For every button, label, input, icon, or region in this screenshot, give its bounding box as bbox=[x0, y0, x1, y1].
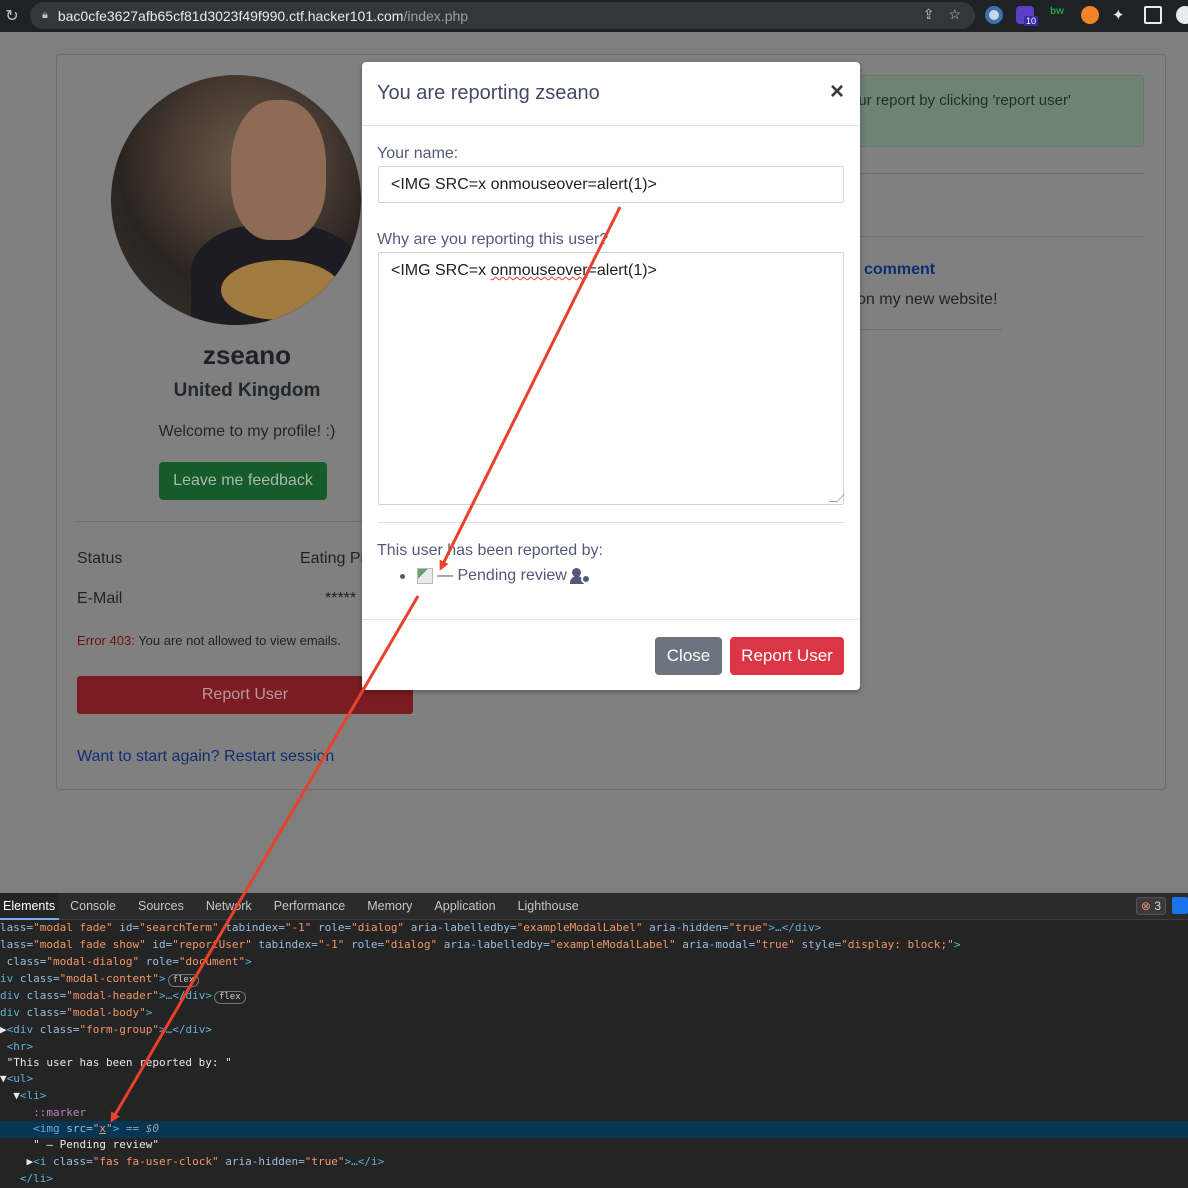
status-label: Status bbox=[77, 550, 123, 567]
selected-dom-line[interactable]: <img src="x"> == $0 bbox=[0, 1121, 1188, 1138]
dom-line[interactable]: "This user has been reported by: " bbox=[0, 1055, 1188, 1072]
reported-by-item: — Pending review bbox=[400, 567, 591, 585]
dom-line[interactable]: ▼<li> bbox=[0, 1088, 1188, 1105]
devtools-tabs: Elements Console Sources Network Perform… bbox=[0, 892, 1188, 920]
reported-by-label: This user has been reported by: bbox=[377, 542, 603, 559]
report-user-button[interactable]: Report User bbox=[730, 637, 844, 675]
divider bbox=[847, 173, 1144, 174]
profile-icon[interactable] bbox=[1176, 6, 1188, 24]
extension-circle-icon[interactable] bbox=[985, 6, 1003, 24]
email-label: E-Mail bbox=[77, 590, 123, 607]
bookmark-star-icon[interactable]: ☆ bbox=[948, 6, 961, 23]
dom-line[interactable]: div class="modal-body"> bbox=[0, 1005, 1188, 1022]
tab-network[interactable]: Network bbox=[195, 893, 263, 920]
restart-session-link[interactable]: Want to start again? Restart session bbox=[77, 748, 334, 766]
dom-line[interactable]: ▼<ul> bbox=[0, 1071, 1188, 1088]
bullet-icon bbox=[400, 573, 405, 579]
dom-line[interactable]: lass="modal fade" id="searchTerm" tabind… bbox=[0, 920, 1188, 937]
name-label: Your name: bbox=[377, 145, 459, 162]
tab-performance[interactable]: Performance bbox=[263, 893, 357, 920]
dom-line[interactable]: ::marker bbox=[0, 1105, 1188, 1122]
report-modal: You are reporting zseano × Your name: Wh… bbox=[362, 62, 860, 690]
info-alert: our report by clicking 'report user' bbox=[847, 75, 1144, 147]
pending-review-text: — Pending review bbox=[437, 567, 567, 584]
modal-header: You are reporting zseano × bbox=[362, 62, 860, 126]
tab-elements[interactable]: Elements bbox=[0, 892, 60, 920]
tab-memory[interactable]: Memory bbox=[356, 893, 423, 920]
user-clock-icon bbox=[569, 568, 591, 584]
dom-line[interactable]: ▶<i class="fas fa-user-clock" aria-hidde… bbox=[0, 1154, 1188, 1171]
email-error: Error 403: You are not allowed to view e… bbox=[77, 633, 341, 648]
divider bbox=[847, 329, 1002, 330]
modal-title: You are reporting zseano bbox=[377, 82, 600, 104]
tab-lighthouse[interactable]: Lighthouse bbox=[507, 893, 590, 920]
error-count-badge[interactable]: ⊗ 3 bbox=[1135, 897, 1166, 915]
reason-textarea[interactable]: <IMG SRC=x onmouseover=alert(1)> bbox=[378, 252, 845, 505]
side-panel-icon[interactable] bbox=[1144, 6, 1162, 24]
tab-sources[interactable]: Sources bbox=[127, 893, 195, 920]
profile-welcome: Welcome to my profile! :) bbox=[158, 423, 336, 440]
share-icon[interactable]: ⇪ bbox=[923, 6, 935, 23]
leave-feedback-button[interactable]: Leave me feedback bbox=[159, 462, 327, 500]
dom-line[interactable]: <hr> bbox=[0, 1039, 1188, 1056]
dom-line[interactable]: lass="modal fade show" id="reportUser" t… bbox=[0, 937, 1188, 954]
url-host: bac0cfe3627afb65cf81d3023f49f990.ctf.hac… bbox=[57, 7, 404, 24]
profile-country: United Kingdom bbox=[173, 380, 321, 401]
status-value: Eating Pi bbox=[300, 550, 365, 567]
email-value: ***** bbox=[325, 590, 357, 607]
browser-toolbar: ↻ 🔒︎ bac0cfe3627afb65cf81d3023f49f990.ct… bbox=[0, 0, 1188, 32]
url-path: /index.php bbox=[403, 7, 469, 24]
messages-icon[interactable] bbox=[1172, 897, 1188, 914]
tab-application[interactable]: Application bbox=[423, 893, 506, 920]
reason-label: Why are you reporting this user? bbox=[377, 231, 609, 248]
devtools-panel: Elements Console Sources Network Perform… bbox=[0, 892, 1188, 1188]
modal-footer: Close Report User bbox=[362, 619, 860, 690]
reload-icon[interactable]: ↻ bbox=[0, 6, 24, 26]
comment-link[interactable]: comment bbox=[864, 261, 935, 279]
dom-line[interactable]: iv class="modal-content"> flex bbox=[0, 971, 1188, 988]
tab-console[interactable]: Console bbox=[59, 893, 127, 920]
close-icon[interactable]: × bbox=[830, 78, 844, 106]
comment-text: on my new website! bbox=[857, 291, 998, 308]
dom-line[interactable]: " — Pending review" bbox=[0, 1137, 1188, 1154]
extension-orange-icon[interactable] bbox=[1081, 6, 1099, 24]
broken-image-icon bbox=[417, 568, 433, 584]
name-input[interactable] bbox=[378, 166, 844, 203]
divider bbox=[847, 236, 1144, 237]
dom-line[interactable]: class="modal-dialog" role="document"> bbox=[0, 954, 1188, 971]
dom-line[interactable]: div class="modal-header">…</div> flex bbox=[0, 988, 1188, 1005]
site-info-icon[interactable]: 🔒︎ bbox=[42, 9, 48, 22]
extension-bw-icon[interactable]: bw bbox=[1050, 6, 1068, 24]
close-button[interactable]: Close bbox=[655, 637, 722, 675]
resize-handle[interactable] bbox=[829, 494, 845, 502]
extensions-puzzle-icon[interactable]: ✦ bbox=[1112, 6, 1130, 24]
dom-line[interactable]: ▶<div class="form-group">…</div> bbox=[0, 1022, 1188, 1039]
divider bbox=[378, 522, 844, 523]
avatar bbox=[111, 75, 361, 325]
extension-badge-count: 10 bbox=[1024, 16, 1039, 26]
dom-line[interactable]: </li> bbox=[0, 1171, 1188, 1188]
profile-name: zseano bbox=[202, 340, 292, 370]
address-bar[interactable]: 🔒︎ bac0cfe3627afb65cf81d3023f49f990.ctf.… bbox=[30, 2, 975, 29]
